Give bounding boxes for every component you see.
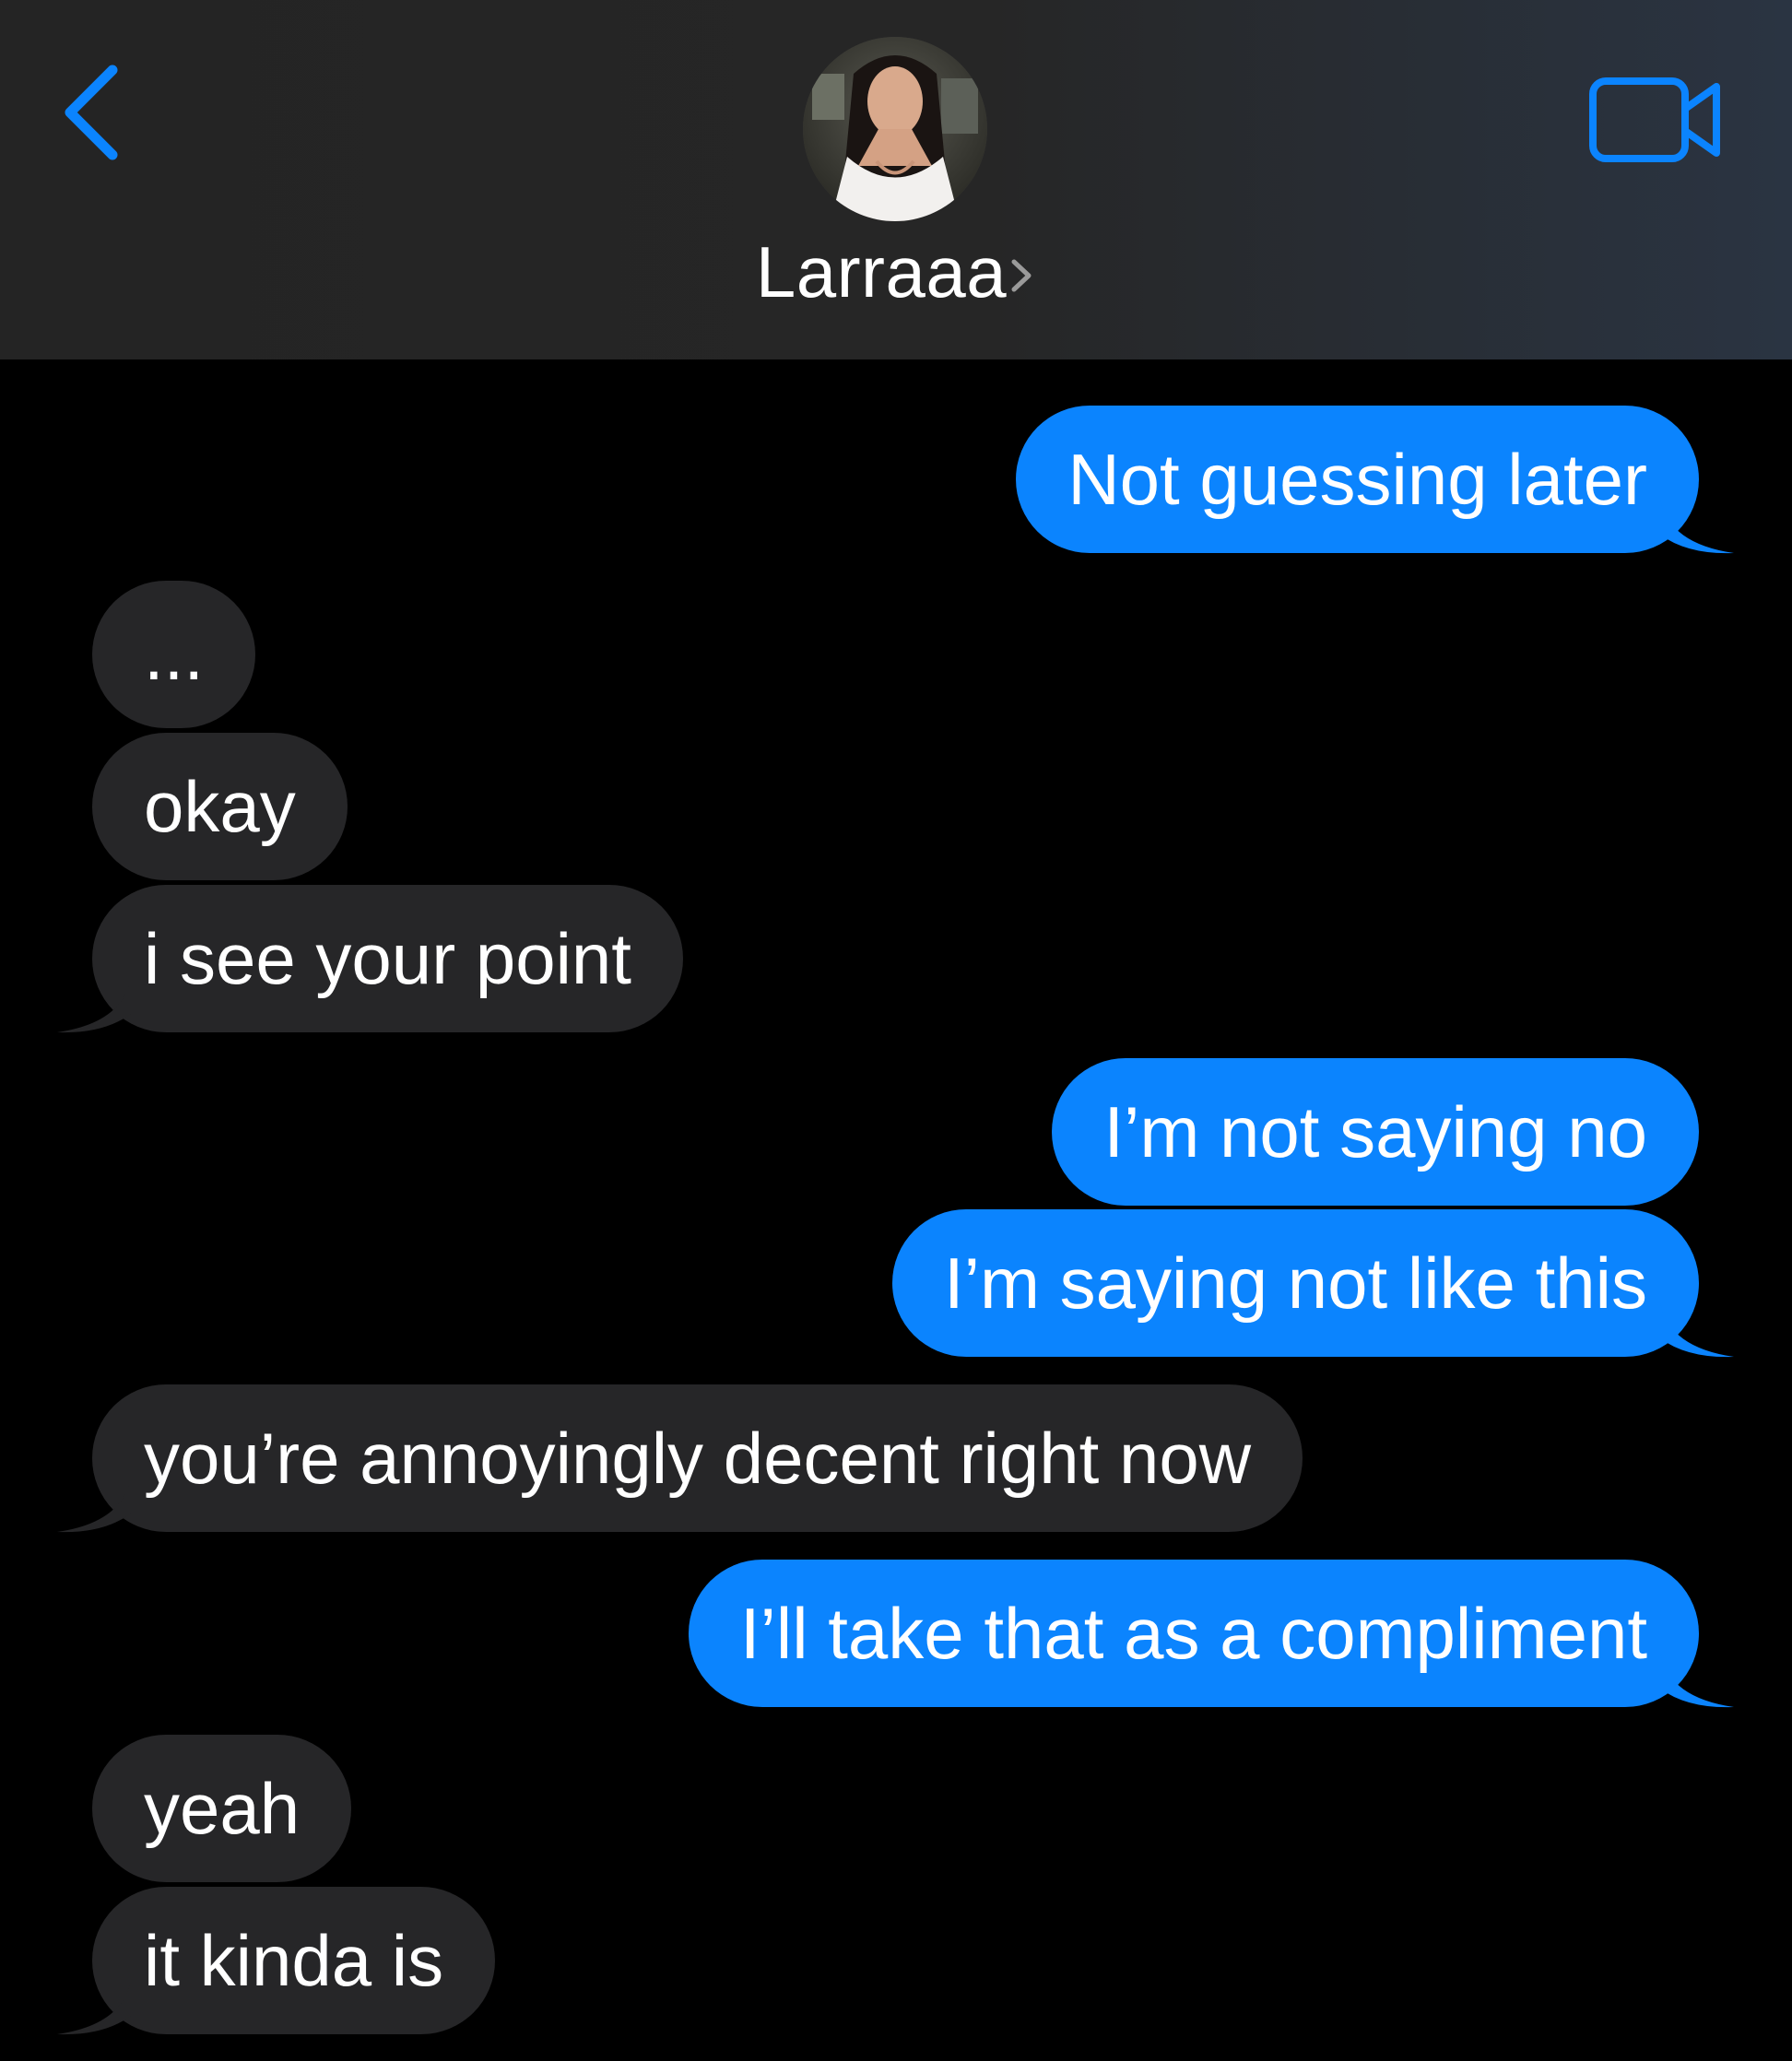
message-text: it kinda is [144, 1920, 444, 2001]
bubble-tail [57, 1981, 131, 2035]
messages-screen: Larraaa Not guessing later ... okay i se… [0, 0, 1792, 2061]
message-text: I’m saying not like this [944, 1242, 1647, 1324]
bubble-tail [57, 979, 131, 1033]
message-text: okay [144, 766, 296, 847]
video-camera-icon [1589, 77, 1720, 162]
conversation-header: Larraaa [0, 0, 1792, 359]
message-bubble-received[interactable]: it kinda is [57, 1887, 496, 2035]
message-text: yeah [144, 1768, 301, 1849]
message-bubble-received[interactable]: i see your point [57, 885, 683, 1033]
message-bubble-received[interactable]: ... [92, 581, 256, 728]
chevron-right-icon [1011, 259, 1032, 292]
message-text: I’m not saying no [1103, 1091, 1647, 1172]
message-bubble-received[interactable]: okay [92, 733, 348, 880]
avatar-photo [803, 37, 987, 221]
contact-name: Larraaa [755, 230, 1008, 312]
message-bubble-received[interactable]: you’re annoyingly decent right now [57, 1384, 1303, 1533]
bubble-tail [57, 1478, 131, 1533]
video-call-button[interactable] [1587, 74, 1726, 166]
message-text: ... [144, 614, 205, 695]
message-text: i see your point [144, 918, 631, 999]
contact-name-button[interactable]: Larraaa [0, 231, 1792, 312]
contact-avatar[interactable] [803, 37, 987, 221]
message-bubble-sent[interactable]: Not guessing later [1016, 406, 1734, 554]
message-text: you’re annoyingly decent right now [144, 1418, 1252, 1499]
message-bubble-sent[interactable]: I’ll take that as a compliment [688, 1560, 1734, 1708]
message-bubble-sent[interactable]: I’m not saying no [1052, 1058, 1699, 1206]
back-button[interactable] [55, 57, 138, 168]
message-bubble-received[interactable]: yeah [92, 1735, 352, 1882]
bubble-tail [1660, 1303, 1734, 1358]
message-thread: Not guessing later ... okay i see your p… [0, 359, 1792, 2061]
message-bubble-sent[interactable]: I’m saying not like this [892, 1209, 1734, 1358]
bubble-tail [1660, 500, 1734, 554]
message-text: I’ll take that as a compliment [739, 1593, 1647, 1674]
bubble-tail [1660, 1654, 1734, 1708]
message-text: Not guessing later [1067, 439, 1647, 520]
chevron-left-icon [65, 65, 118, 160]
